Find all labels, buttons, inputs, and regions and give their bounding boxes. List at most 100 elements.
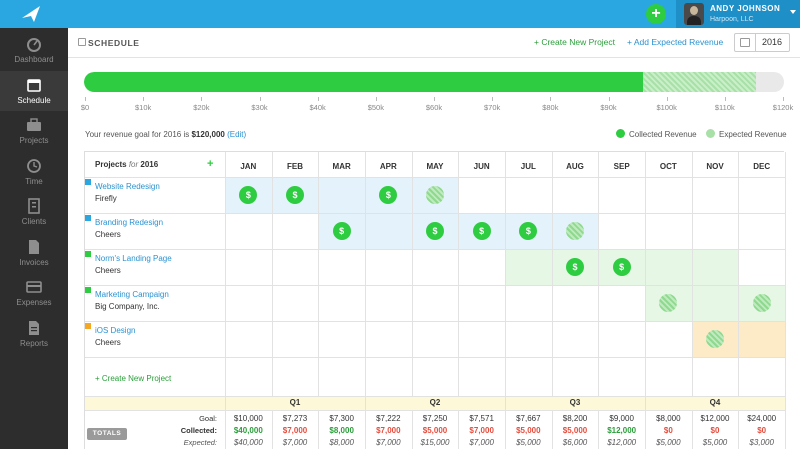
axis-tick bbox=[85, 97, 86, 101]
project-name-link[interactable]: Marketing Campaign bbox=[95, 290, 169, 299]
sidebar-item-schedule[interactable]: Schedule bbox=[0, 70, 68, 111]
add-project-plus-button[interactable]: + bbox=[207, 158, 213, 170]
collected-revenue-fill bbox=[84, 72, 644, 92]
page-header: SCHEDULE + Create New Project + Add Expe… bbox=[68, 28, 800, 58]
sidebar-item-expenses[interactable]: Expenses bbox=[0, 273, 68, 313]
sidebar-item-projects[interactable]: Projects bbox=[0, 111, 68, 151]
grid-line bbox=[318, 152, 320, 396]
month-header-jan: JAN bbox=[240, 162, 257, 171]
axis-tick bbox=[666, 97, 668, 101]
quarter-label-q4: Q4 bbox=[709, 398, 721, 407]
collected-value: $5,000 bbox=[422, 426, 448, 435]
harpoon-logo-icon[interactable] bbox=[20, 4, 42, 24]
axis-tick bbox=[375, 97, 377, 101]
sidebar-item-label: Dashboard bbox=[14, 55, 54, 64]
payment-expected-icon[interactable] bbox=[752, 294, 771, 312]
expected-value: $15,000 bbox=[420, 438, 450, 447]
grid-line bbox=[551, 152, 553, 396]
month-header-apr: APR bbox=[379, 162, 397, 171]
page-title: SCHEDULE bbox=[88, 38, 140, 48]
quarter-label-q2: Q2 bbox=[429, 398, 441, 407]
grid-line bbox=[225, 152, 226, 449]
quick-add-button[interactable]: + bbox=[646, 4, 666, 24]
project-name-link[interactable]: Norm's Landing Page bbox=[95, 254, 172, 263]
goal-value: $8,200 bbox=[562, 414, 588, 423]
sidebar-item-reports[interactable]: Reports bbox=[0, 314, 68, 354]
month-header-nov: NOV bbox=[706, 162, 724, 171]
edit-goal-link[interactable]: (Edit) bbox=[227, 130, 246, 139]
grid-line bbox=[365, 152, 366, 449]
dashboard-icon bbox=[27, 38, 41, 52]
collected-value: $0 bbox=[757, 426, 767, 435]
clock-icon bbox=[27, 158, 41, 173]
revenue-progress-bar bbox=[84, 72, 784, 92]
expected-value: $8,000 bbox=[329, 438, 354, 447]
user-company: Harpoon, LLC bbox=[710, 16, 754, 23]
report-icon bbox=[29, 320, 39, 335]
axis-tick-label: $40k bbox=[309, 103, 326, 112]
avatar bbox=[684, 3, 704, 25]
axis-tick-label: $70k bbox=[484, 103, 501, 112]
goal-value: $7,571 bbox=[469, 414, 494, 423]
goal-value: $24,000 bbox=[747, 414, 777, 423]
year-selector[interactable]: 2016 bbox=[734, 33, 790, 52]
sidebar-item-label: Projects bbox=[19, 136, 49, 145]
project-color-marker bbox=[85, 287, 91, 293]
totals-button[interactable]: TOTALS bbox=[87, 428, 127, 440]
payment-collected-icon[interactable]: $ bbox=[332, 222, 351, 240]
expected-label: Expected: bbox=[183, 438, 217, 447]
project-client: Cheers bbox=[95, 230, 121, 239]
collected-value: $0 bbox=[663, 426, 673, 435]
goal-value: $12,000 bbox=[700, 414, 730, 423]
month-header-jul: JUL bbox=[520, 162, 536, 171]
project-client: Big Company, Inc. bbox=[95, 302, 160, 311]
quarter-label-q1: Q1 bbox=[289, 398, 301, 407]
axis-tick-label: $10k bbox=[135, 103, 152, 112]
sidebar-item-label: Reports bbox=[19, 338, 48, 348]
project-name-link[interactable]: Website Redesign bbox=[95, 182, 160, 191]
payment-collected-icon[interactable]: $ bbox=[472, 222, 491, 240]
axis-tick bbox=[492, 97, 494, 101]
create-new-project-link[interactable]: + Create New Project bbox=[95, 374, 171, 383]
legend-collected: Collected Revenue bbox=[616, 129, 697, 139]
axis-tick-label: $110k bbox=[714, 103, 735, 112]
user-menu[interactable]: ANDY JOHNSON Harpoon, LLC bbox=[676, 0, 800, 28]
project-name-link[interactable]: iOS Design bbox=[95, 326, 135, 335]
grid-line bbox=[85, 396, 785, 397]
payment-expected-icon[interactable] bbox=[566, 222, 584, 240]
expected-value: $7,000 bbox=[376, 438, 401, 447]
schedule-grid: Projects for 2016 + + Create New Project… bbox=[84, 151, 786, 449]
sidebar-item-label: Time bbox=[25, 176, 43, 186]
create-project-link[interactable]: + Create New Project bbox=[534, 37, 615, 47]
payment-collected-icon[interactable]: $ bbox=[426, 222, 444, 240]
grid-line bbox=[458, 152, 460, 396]
sidebar-item-invoices[interactable]: Invoices bbox=[0, 233, 68, 273]
axis-tick-label: $60k bbox=[425, 103, 443, 112]
axis-tick-label: $20k bbox=[193, 103, 210, 112]
project-name-link[interactable]: Branding Redesign bbox=[95, 218, 163, 227]
payment-expected-icon[interactable] bbox=[706, 330, 724, 348]
add-expected-revenue-link[interactable]: + Add Expected Revenue bbox=[627, 37, 723, 47]
sidebar-item-dashboard[interactable]: Dashboard bbox=[0, 30, 68, 70]
project-color-marker bbox=[85, 179, 91, 185]
project-color-marker bbox=[85, 323, 91, 329]
calendar-icon bbox=[27, 78, 41, 92]
payment-expected-icon[interactable] bbox=[426, 186, 444, 204]
payment-collected-icon[interactable]: $ bbox=[566, 258, 584, 276]
month-header-dec: DEC bbox=[753, 162, 771, 171]
month-header-feb: FEB bbox=[286, 162, 303, 171]
sidebar-item-label: Schedule bbox=[17, 95, 51, 105]
month-header-mar: MAR bbox=[332, 162, 351, 171]
sidebar-item-clients[interactable]: Clients bbox=[0, 192, 68, 232]
sidebar-item-label: Expenses bbox=[16, 298, 52, 307]
collected-value: $40,000 bbox=[233, 426, 263, 435]
sidebar-item-time[interactable]: Time bbox=[0, 152, 68, 192]
year-value: 2016 bbox=[762, 37, 783, 47]
expected-value: $3,000 bbox=[749, 438, 774, 447]
axis-tick bbox=[317, 97, 319, 101]
briefcase-icon bbox=[27, 118, 41, 131]
payment-collected-icon[interactable]: $ bbox=[286, 186, 304, 204]
project-client: Cheers bbox=[95, 338, 121, 347]
payment-collected-icon[interactable]: $ bbox=[612, 258, 631, 276]
building-icon bbox=[28, 198, 40, 214]
